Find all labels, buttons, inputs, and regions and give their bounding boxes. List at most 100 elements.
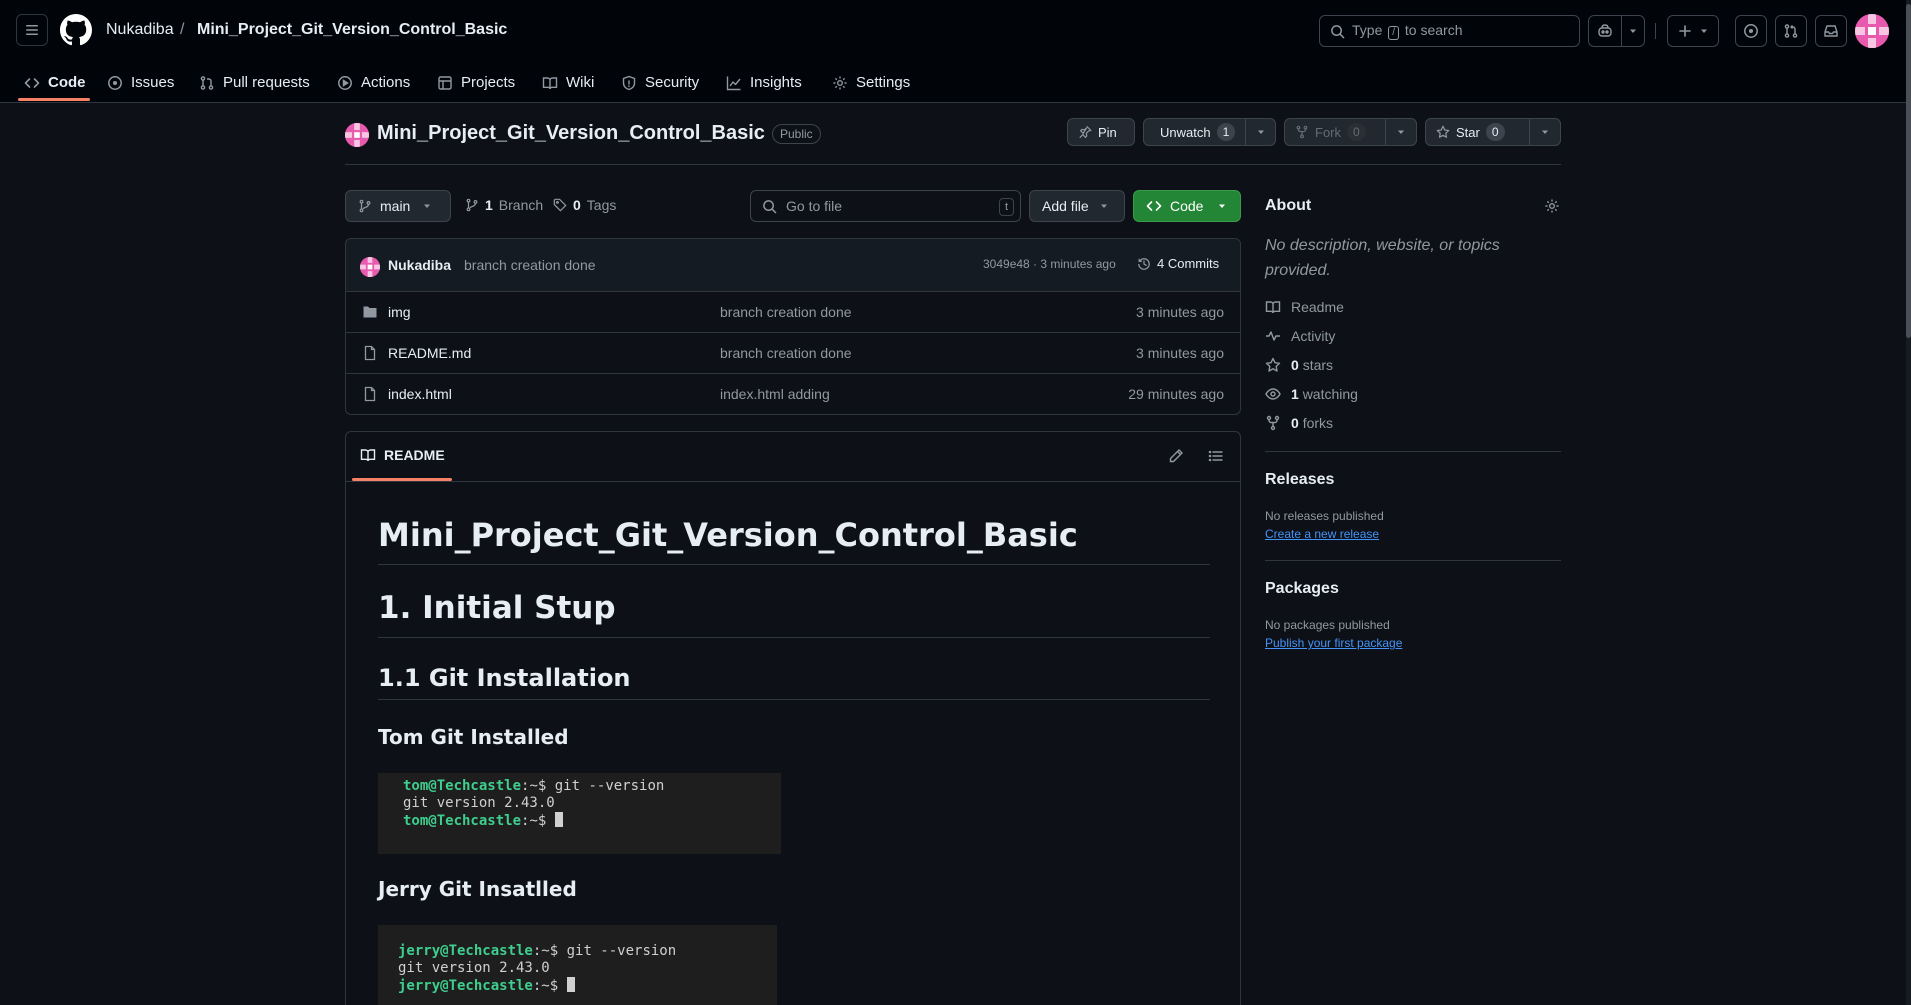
triangle-down-icon xyxy=(1541,130,1548,134)
breadcrumb-owner[interactable]: Nukadiba xyxy=(106,21,174,39)
fork-icon xyxy=(1296,125,1308,139)
jerry-terminal-image: jerry@Techcastle:~$ git --version git ve… xyxy=(378,925,777,1005)
terminal-prompt-suffix: :~$ xyxy=(521,813,547,829)
edit-readme-button[interactable] xyxy=(1168,448,1184,464)
triangle-down-icon xyxy=(1630,29,1636,33)
pull-requests-button[interactable] xyxy=(1775,15,1807,47)
file-commit-message[interactable]: index.html adding xyxy=(720,386,830,402)
tab-issues[interactable]: Issues xyxy=(107,62,174,103)
copilot-dropdown[interactable] xyxy=(1621,15,1645,47)
fork-count: 0 xyxy=(1347,123,1366,141)
inbox-button[interactable] xyxy=(1815,15,1847,47)
menu-button[interactable] xyxy=(16,14,48,46)
create-new-button[interactable] xyxy=(1667,15,1719,47)
packages-heading[interactable]: Packages xyxy=(1265,580,1339,598)
file-commit-message[interactable]: branch creation done xyxy=(720,304,852,320)
readme-tab[interactable]: README xyxy=(360,447,445,463)
branch-icon xyxy=(359,199,371,213)
breadcrumb-repo[interactable]: Mini_Project_Git_Version_Control_Basic xyxy=(197,21,507,39)
fork-dropdown[interactable] xyxy=(1384,119,1416,145)
table-row[interactable]: README.md branch creation done 3 minutes… xyxy=(346,333,1240,374)
readme-link-label: Readme xyxy=(1291,299,1344,315)
pin-button[interactable]: Pin xyxy=(1067,118,1135,146)
copilot-button[interactable] xyxy=(1588,15,1622,47)
code-button[interactable]: Code xyxy=(1133,190,1241,222)
triangle-down-icon xyxy=(1100,204,1107,208)
watchers-link[interactable]: 1 watching xyxy=(1265,386,1358,402)
tab-code[interactable]: Code xyxy=(24,62,86,103)
branch-name: main xyxy=(380,198,411,214)
code-icon xyxy=(24,77,40,88)
fork-button[interactable]: Fork 0 xyxy=(1284,118,1417,146)
releases-heading[interactable]: Releases xyxy=(1265,471,1334,489)
star-icon xyxy=(1265,357,1281,372)
star-list-dropdown[interactable] xyxy=(1528,119,1560,145)
tab-settings[interactable]: Settings xyxy=(832,62,910,103)
fork-icon xyxy=(1266,415,1280,431)
eye-icon xyxy=(1265,388,1281,400)
repo-owner-avatar[interactable] xyxy=(345,123,369,147)
table-row[interactable]: img branch creation done 3 minutes ago xyxy=(346,292,1240,333)
stars-link[interactable]: 0 stars xyxy=(1265,357,1333,373)
triangle-down-icon xyxy=(424,204,431,208)
branches-count: 1 xyxy=(485,197,493,213)
terminal-line: jerry@Techcastle:~$ git --version xyxy=(398,943,777,960)
tab-actions[interactable]: Actions xyxy=(337,62,410,103)
commit-meta[interactable]: 3049e48 · 3 minutes ago xyxy=(983,257,1116,271)
activity-link-label: Activity xyxy=(1291,328,1336,344)
file-name[interactable]: README.md xyxy=(388,345,471,361)
activity-link[interactable]: Activity xyxy=(1265,328,1335,344)
unwatch-label: Unwatch xyxy=(1160,124,1211,140)
branch-selector[interactable]: main xyxy=(345,190,451,222)
file-commit-message[interactable]: branch creation done xyxy=(720,345,852,361)
pin-icon xyxy=(1079,125,1092,139)
watch-dropdown[interactable] xyxy=(1245,119,1275,145)
header-divider xyxy=(1655,23,1656,39)
search-suffix: to search xyxy=(1404,22,1463,38)
terminal-command: git --version xyxy=(558,943,677,959)
publish-package-link[interactable]: Publish your first package xyxy=(1265,636,1402,650)
forks-text: 0 forks xyxy=(1291,415,1333,431)
tab-projects[interactable]: Projects xyxy=(437,62,515,103)
tab-insights[interactable]: Insights xyxy=(726,62,802,103)
terminal-line: tom@Techcastle:~$ git --version xyxy=(403,778,781,795)
commits-history-link[interactable]: 4 Commits xyxy=(1137,256,1219,271)
code-icon xyxy=(1146,201,1162,211)
scrollbar-thumb[interactable] xyxy=(1906,4,1911,338)
edit-about-button[interactable] xyxy=(1544,198,1560,214)
table-row[interactable]: index.html index.html adding 29 minutes … xyxy=(346,374,1240,414)
issues-button[interactable] xyxy=(1735,15,1767,47)
tab-pull-requests[interactable]: Pull requests xyxy=(199,62,310,103)
file-name[interactable]: img xyxy=(388,304,411,320)
gear-icon xyxy=(1545,199,1559,213)
stars-text: 0 stars xyxy=(1291,357,1333,373)
go-to-file-input[interactable]: Go to file t xyxy=(750,190,1021,222)
unwatch-button[interactable]: Unwatch 1 xyxy=(1143,118,1276,146)
book-icon xyxy=(1265,301,1281,314)
search-icon xyxy=(763,199,777,213)
commit-author[interactable]: Nukadiba xyxy=(388,257,451,273)
tab-security[interactable]: Security xyxy=(621,62,699,103)
star-button[interactable]: Star 0 xyxy=(1425,118,1561,146)
repo-title[interactable]: Mini_Project_Git_Version_Control_Basic xyxy=(377,122,765,145)
readme-heading-git-installation: 1.1 Git Installation xyxy=(378,664,1210,700)
create-release-link[interactable]: Create a new release xyxy=(1265,527,1379,541)
readme-link[interactable]: Readme xyxy=(1265,299,1344,315)
file-name[interactable]: index.html xyxy=(388,386,452,402)
tab-wiki[interactable]: Wiki xyxy=(542,62,594,103)
github-logo-icon[interactable] xyxy=(60,14,92,46)
tags-link[interactable]: 0 Tags xyxy=(553,197,616,213)
commit-message[interactable]: branch creation done xyxy=(464,257,596,273)
branches-link[interactable]: 1 Branch xyxy=(465,197,543,213)
commit-author-avatar[interactable] xyxy=(360,257,380,277)
add-file-button[interactable]: Add file xyxy=(1029,190,1125,222)
repo-header-divider xyxy=(345,164,1561,165)
stars-count: 0 xyxy=(1291,357,1299,373)
user-avatar[interactable] xyxy=(1855,14,1889,48)
tags-count: 0 xyxy=(573,197,581,213)
global-search-input[interactable]: Type / to search xyxy=(1319,15,1580,47)
forks-link[interactable]: 0 forks xyxy=(1265,415,1333,431)
outline-button[interactable] xyxy=(1208,448,1224,464)
terminal-prompt: tom@Techcastle xyxy=(403,813,522,829)
releases-empty-text: No releases published xyxy=(1265,509,1384,523)
